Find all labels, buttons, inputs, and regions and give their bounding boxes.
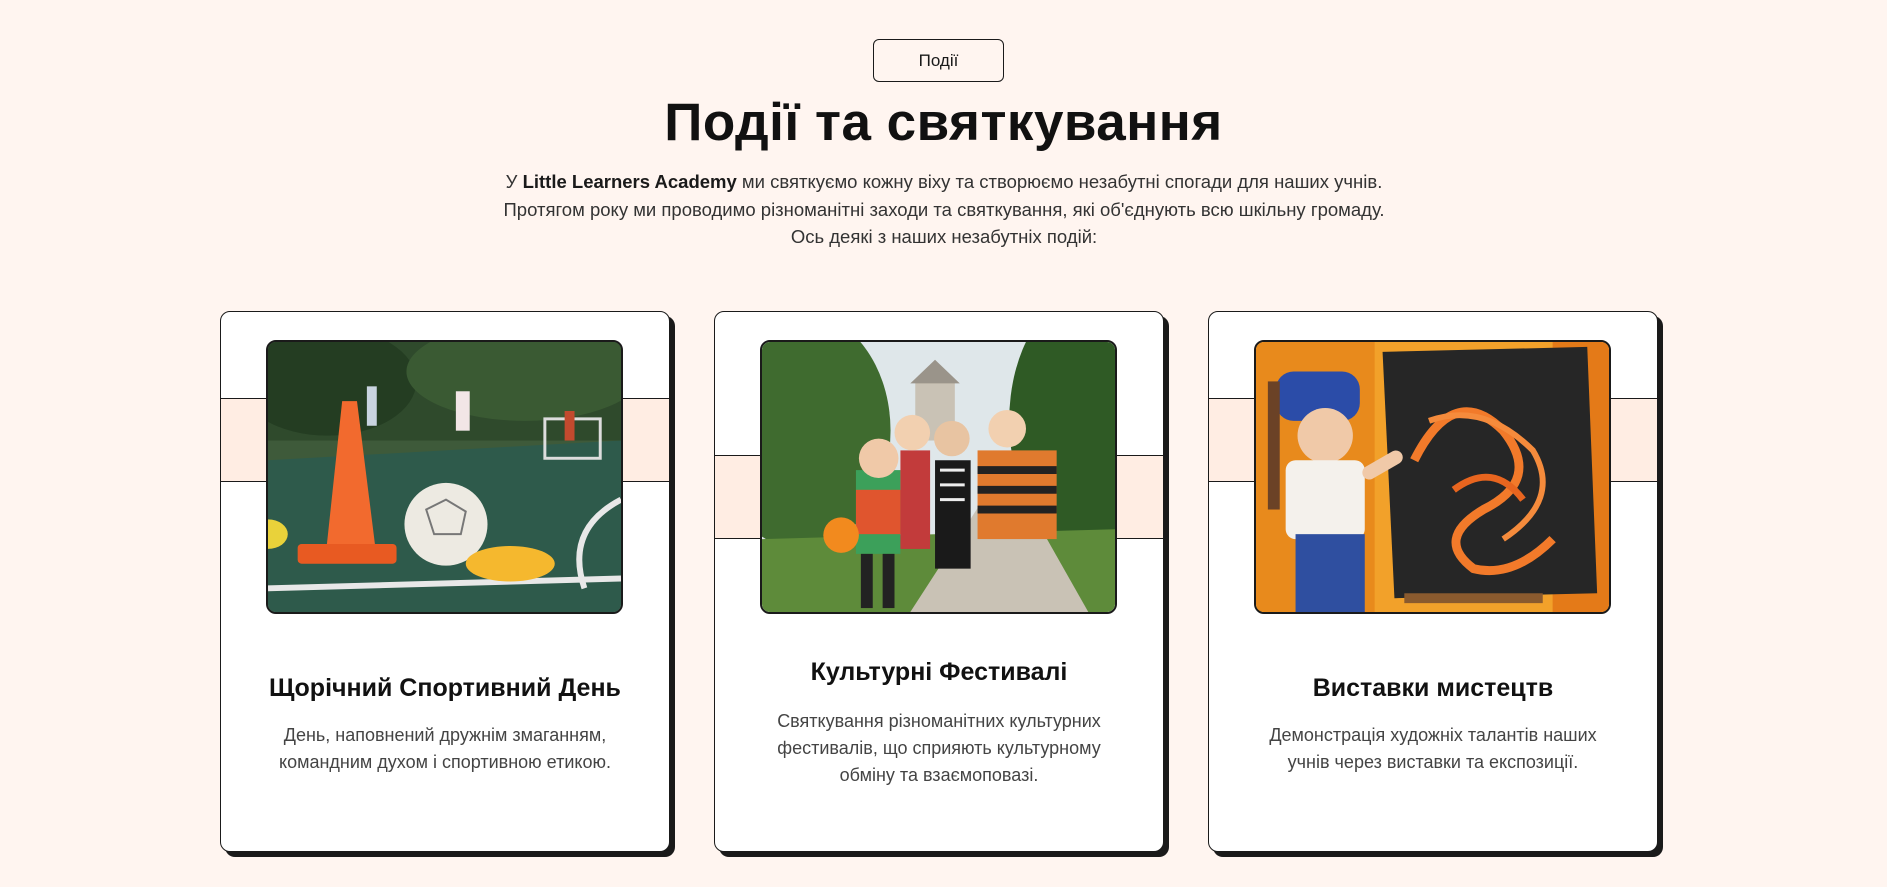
card-description: Святкування різноманітних культурних фес… xyxy=(777,711,1101,785)
card-description: День, наповнений дружнім змаганням, кома… xyxy=(279,725,611,772)
card-title: Щорічний Спортивний День xyxy=(269,674,621,702)
section-intro: У Little Learners Academy ми святкуємо к… xyxy=(490,168,1398,251)
cultural-festival-photo xyxy=(760,340,1117,614)
intro-brand: Little Learners Academy xyxy=(522,171,737,192)
event-card-cultural-festivals[interactable]: Культурні Фестивалі Святкування різноман… xyxy=(714,311,1164,852)
events-badge[interactable]: Події xyxy=(873,39,1004,82)
intro-prefix: У xyxy=(505,171,523,192)
card-title: Виставки мистецтв xyxy=(1312,674,1554,702)
event-card-sports-day[interactable]: Щорічний Спортивний День День, наповнени… xyxy=(220,311,670,852)
art-exhibition-photo xyxy=(1254,340,1611,614)
card-title: Культурні Фестивалі xyxy=(810,658,1068,686)
event-card-art-exhibitions[interactable]: Виставки мистецтв Демонстрація художніх … xyxy=(1208,311,1658,852)
section-title: Події та святкування xyxy=(664,93,1223,152)
card-description: Демонстрація художніх талантів наших учн… xyxy=(1269,725,1597,772)
sports-day-photo xyxy=(266,340,623,614)
